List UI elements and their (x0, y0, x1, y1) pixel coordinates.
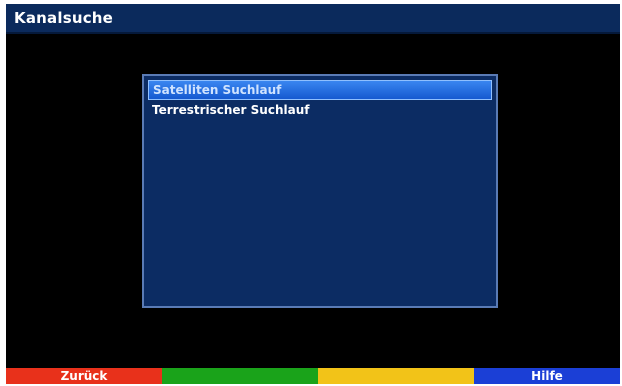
tv-screen: Kanalsuche Satelliten Suchlauf Terrestri… (6, 4, 620, 384)
title-bar: Kanalsuche (6, 4, 620, 34)
blue-key-help-button[interactable]: Hilfe (474, 368, 620, 384)
menu-item-satellite-search[interactable]: Satelliten Suchlauf (148, 80, 492, 100)
channel-search-menu: Satelliten Suchlauf Terrestrischer Suchl… (142, 74, 498, 308)
page-title: Kanalsuche (14, 9, 114, 27)
red-key-back-button[interactable]: Zurück (6, 368, 162, 384)
yellow-key-button[interactable] (318, 368, 474, 384)
green-key-button[interactable] (162, 368, 318, 384)
function-key-bar: Zurück Hilfe (6, 368, 620, 384)
menu-item-terrestrial-search[interactable]: Terrestrischer Suchlauf (148, 100, 492, 120)
